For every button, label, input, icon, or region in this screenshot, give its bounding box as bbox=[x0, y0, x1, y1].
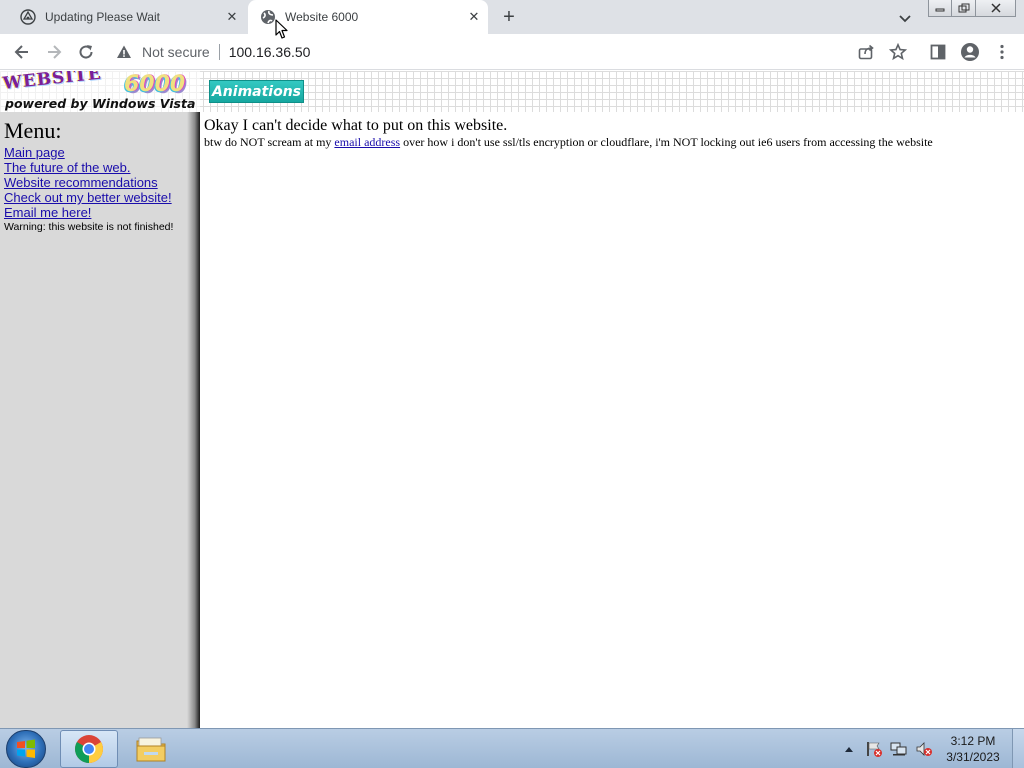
side-panel-icon[interactable] bbox=[926, 40, 950, 64]
back-arrow-icon[interactable] bbox=[10, 40, 34, 64]
menu-link-email[interactable]: Email me here! bbox=[4, 205, 196, 220]
reload-icon[interactable] bbox=[74, 40, 98, 64]
menu-link-future-of-web[interactable]: The future of the web. bbox=[4, 160, 196, 175]
logo-tagline: powered by Windows Vista bbox=[5, 96, 196, 111]
menu-link-recommendations[interactable]: Website recommendations bbox=[4, 175, 196, 190]
sidebar-menu: Menu: Main page The future of the web. W… bbox=[0, 112, 200, 728]
browser-tab-strip: Updating Please Wait ✕ Website 6000 ✕ + bbox=[0, 0, 1024, 34]
address-bar[interactable]: Not secure 100.16.36.50 bbox=[108, 38, 888, 66]
site-header: WEBSITE 6000 powered by Windows Vista An… bbox=[0, 71, 1024, 112]
mouse-cursor-icon bbox=[275, 19, 288, 39]
tab-title: Updating Please Wait bbox=[45, 10, 160, 24]
network-icon[interactable] bbox=[890, 740, 908, 758]
email-address-link[interactable]: email address bbox=[334, 135, 400, 149]
forward-arrow-icon[interactable] bbox=[42, 40, 66, 64]
menu-link-main-page[interactable]: Main page bbox=[4, 145, 196, 160]
note-text-before: btw do NOT scream at my bbox=[204, 135, 335, 149]
main-heading: Okay I can't decide what to put on this … bbox=[204, 117, 508, 134]
sidebar-shadow bbox=[187, 112, 200, 728]
note-text-after: over how i don't use ssl/tls encryption … bbox=[400, 135, 933, 149]
chevron-down-icon[interactable] bbox=[896, 9, 914, 27]
share-icon[interactable] bbox=[854, 40, 878, 64]
new-tab-button[interactable]: + bbox=[498, 5, 520, 29]
url-text[interactable]: 100.16.36.50 bbox=[229, 44, 311, 60]
clock-time: 3:12 PM bbox=[950, 734, 996, 748]
tab-updating-please-wait[interactable]: Updating Please Wait ✕ bbox=[0, 0, 246, 34]
tab-title: Website 6000 bbox=[285, 10, 359, 24]
floppy-icon bbox=[20, 9, 36, 25]
tab-close-icon[interactable]: ✕ bbox=[466, 9, 482, 25]
main-note: btw do NOT scream at my email address ov… bbox=[204, 135, 1022, 149]
file-explorer-icon bbox=[136, 737, 166, 762]
action-center-flag-icon[interactable] bbox=[865, 740, 883, 758]
security-label[interactable]: Not secure bbox=[142, 44, 210, 60]
warning-triangle-icon[interactable] bbox=[116, 44, 132, 60]
volume-muted-icon[interactable] bbox=[915, 740, 933, 758]
main-content: Okay I can't decide what to put on this … bbox=[204, 116, 1022, 149]
browser-toolbar: Not secure 100.16.36.50 bbox=[0, 34, 1024, 70]
start-button[interactable] bbox=[6, 730, 46, 768]
site-logo[interactable]: WEBSITE 6000 powered by Windows Vista bbox=[0, 71, 200, 112]
web-page: WEBSITE 6000 powered by Windows Vista An… bbox=[0, 71, 1024, 728]
logo-word: WEBSITE bbox=[1, 71, 103, 94]
chrome-icon bbox=[75, 735, 103, 763]
windows-logo-icon bbox=[17, 739, 35, 758]
show-desktop-button[interactable] bbox=[1012, 729, 1024, 768]
show-hidden-icons-arrow-icon[interactable] bbox=[840, 740, 858, 758]
clock-date: 3/31/2023 bbox=[946, 750, 1000, 764]
minimize-button[interactable] bbox=[928, 0, 952, 17]
menu-title: Menu: bbox=[4, 118, 62, 143]
window-controls bbox=[928, 0, 1016, 18]
animations-button[interactable]: Animations bbox=[209, 80, 304, 103]
unfinished-warning: Warning: this website is not finished! bbox=[4, 221, 174, 233]
taskbar-chrome-button[interactable] bbox=[60, 730, 118, 768]
more-menu-icon[interactable] bbox=[990, 40, 1014, 64]
menu-link-better-website[interactable]: Check out my better website! bbox=[4, 190, 196, 205]
restore-button[interactable] bbox=[952, 0, 976, 17]
close-window-button[interactable] bbox=[976, 0, 1016, 17]
tab-close-icon[interactable]: ✕ bbox=[224, 9, 240, 25]
logo-number: 6000 bbox=[124, 72, 186, 97]
omnibox-separator bbox=[218, 44, 220, 60]
windows-taskbar: 3:12 PM 3/31/2023 bbox=[0, 728, 1024, 768]
taskbar-file-explorer-button[interactable] bbox=[124, 730, 178, 768]
globe-icon bbox=[260, 9, 276, 25]
taskbar-clock[interactable]: 3:12 PM 3/31/2023 bbox=[940, 733, 1006, 765]
system-tray bbox=[840, 729, 940, 768]
profile-avatar-icon[interactable] bbox=[958, 40, 982, 64]
bookmark-star-icon[interactable] bbox=[886, 40, 910, 64]
